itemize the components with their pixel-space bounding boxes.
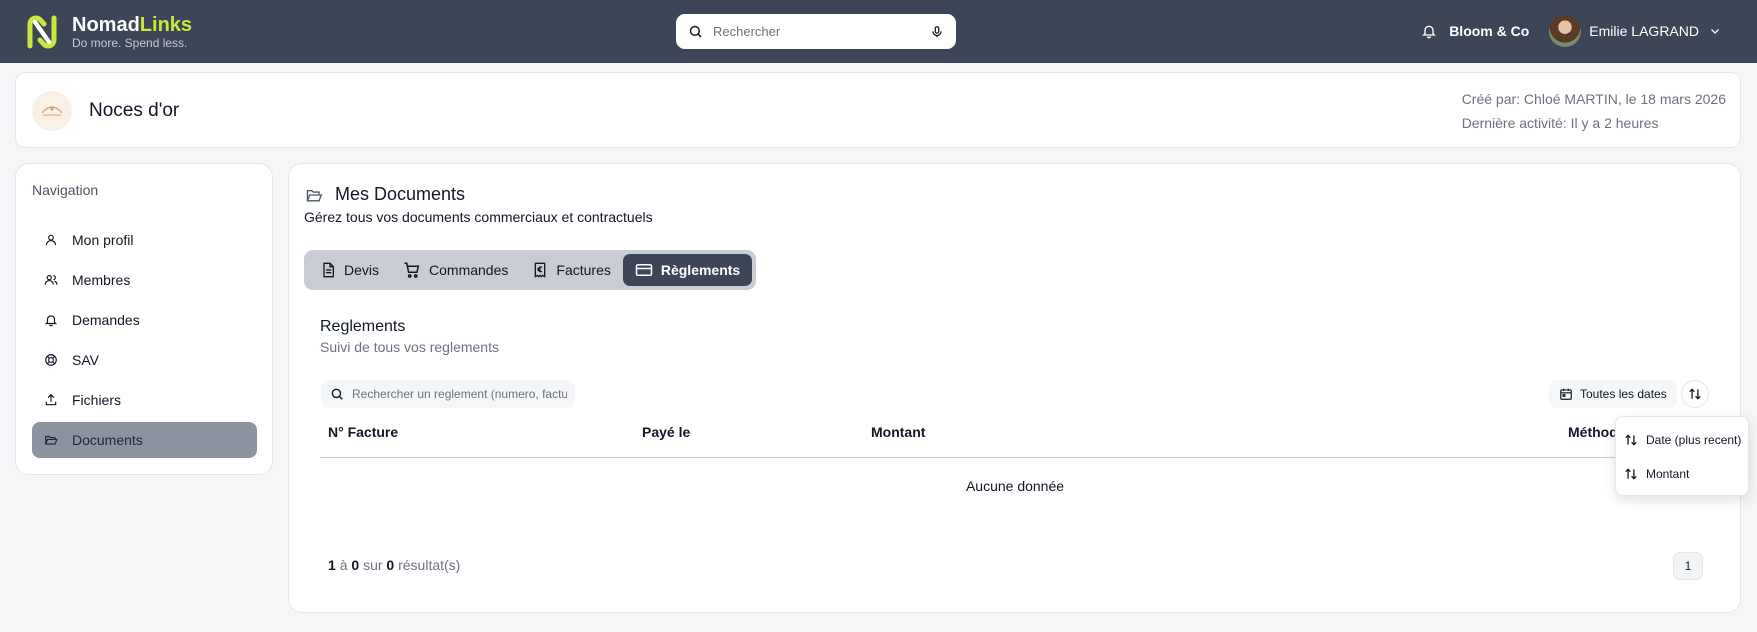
tab-factures[interactable]: Factures <box>520 254 622 286</box>
table-header: N° Facture Payé le Montant Méthode <box>320 422 1710 458</box>
sort-option-amount[interactable]: Montant <box>1616 457 1748 491</box>
section-title: Reglements <box>320 318 406 335</box>
tab-label: Commandes <box>429 262 509 278</box>
project-meta: Créé par: Chloé MARTIN, le 18 mars 2026 … <box>1462 87 1726 135</box>
sidebar-item-label: Mon profil <box>72 232 134 248</box>
date-filter-button[interactable]: Toutes les dates <box>1549 380 1677 408</box>
brand-logo[interactable]: NomadLinks Do more. Spend less. <box>22 12 192 52</box>
credit-card-icon <box>635 264 653 276</box>
bell-icon <box>44 315 58 327</box>
sort-option-date[interactable]: Date (plus recent) <box>1616 423 1748 457</box>
project-title: Noces d'or <box>89 100 180 121</box>
global-search-input[interactable] <box>713 24 930 39</box>
sort-arrows-icon <box>1689 388 1701 400</box>
tab-label: Factures <box>556 262 611 278</box>
user-name[interactable]: Emilie LAGRAND <box>1589 23 1699 39</box>
user-avatar[interactable] <box>1549 15 1582 47</box>
search-icon <box>689 25 702 38</box>
user-icon <box>45 234 57 246</box>
upload-icon <box>45 393 57 406</box>
sidebar-item-sav[interactable]: SAV <box>32 342 257 378</box>
sort-arrows-icon <box>1625 468 1637 480</box>
column-header-amount[interactable]: Montant <box>871 422 925 442</box>
created-by: Créé par: Chloé MARTIN, le 18 mars 2026 <box>1461 91 1726 107</box>
documents-panel: Mes Documents Gérez tous vos documents c… <box>288 163 1741 613</box>
nomadlinks-logo-icon <box>27 15 57 49</box>
nav-title: Navigation <box>32 182 99 198</box>
column-header-invoice[interactable]: N° Facture <box>328 422 398 442</box>
sidebar-item-label: Fichiers <box>72 392 122 408</box>
reglement-search[interactable] <box>321 380 575 408</box>
sidebar-item-files[interactable]: Fichiers <box>32 382 257 418</box>
reglement-search-input[interactable] <box>352 387 567 401</box>
sidebar-item-profile[interactable]: Mon profil <box>32 222 257 258</box>
project-logo <box>32 91 72 131</box>
folder-open-icon <box>44 435 58 445</box>
date-filter-label: Toutes les dates <box>1580 387 1667 401</box>
sort-button[interactable] <box>1681 380 1709 408</box>
tab-devis[interactable]: Devis <box>308 254 391 286</box>
page-title: Mes Documents <box>335 184 466 204</box>
brand-tagline: Do more. Spend less. <box>72 36 188 50</box>
tab-label: Devis <box>344 262 380 278</box>
last-activity: Dernière activité: Il y a 2 heures <box>1461 115 1659 131</box>
global-search[interactable] <box>676 14 956 49</box>
chevron-down-icon[interactable] <box>1709 25 1721 37</box>
brand-name: NomadLinks <box>72 14 193 36</box>
calendar-icon <box>1560 388 1572 400</box>
folder-open-icon <box>306 189 323 201</box>
project-emblem-icon <box>41 106 63 116</box>
company-name[interactable]: Bloom & Co <box>1449 23 1529 39</box>
sort-option-label: Montant <box>1646 467 1690 481</box>
notification-bell-icon[interactable] <box>1421 23 1437 39</box>
sidebar-item-requests[interactable]: Demandes <box>32 302 257 338</box>
project-header: Noces d'or Créé par: Chloé MARTIN, le 18… <box>15 72 1741 148</box>
sort-dropdown-menu: Date (plus recent) Montant <box>1615 416 1749 496</box>
sidebar-item-label: SAV <box>72 352 99 368</box>
page-button-1[interactable]: 1 <box>1673 552 1703 580</box>
lifebuoy-icon <box>45 354 57 366</box>
sort-option-label: Date (plus recent) <box>1646 433 1742 447</box>
microphone-icon[interactable] <box>930 24 944 40</box>
cart-icon <box>404 262 420 278</box>
column-header-paid-on[interactable]: Payé le <box>642 422 690 442</box>
empty-state: Aucune donnée <box>965 478 1065 494</box>
document-tabs: Devis Commandes Factures Règlements <box>304 250 757 290</box>
sidebar-item-documents[interactable]: Documents <box>32 422 257 458</box>
results-count: 1 à 0 sur 0 résultat(s) <box>328 557 461 573</box>
sidebar-item-members[interactable]: Membres <box>32 262 257 298</box>
file-text-icon <box>323 262 334 278</box>
users-icon <box>44 275 58 285</box>
tab-reglements[interactable]: Règlements <box>622 254 753 286</box>
sidebar-item-label: Demandes <box>72 312 140 328</box>
sidebar-navigation: Navigation Mon profil Membres Demandes S… <box>15 163 273 475</box>
page-subtitle: Gérez tous vos documents commerciaux et … <box>304 209 653 225</box>
search-icon <box>331 388 343 400</box>
tab-commandes[interactable]: Commandes <box>391 254 520 286</box>
sidebar-item-label: Membres <box>72 272 131 288</box>
sort-arrows-icon <box>1625 434 1637 446</box>
euro-receipt-icon <box>535 262 546 278</box>
top-bar: NomadLinks Do more. Spend less. Bloom & … <box>0 0 1757 63</box>
tab-label: Règlements <box>660 262 741 278</box>
section-subtitle: Suivi de tous vos reglements <box>320 339 499 355</box>
sidebar-item-label: Documents <box>72 432 143 448</box>
